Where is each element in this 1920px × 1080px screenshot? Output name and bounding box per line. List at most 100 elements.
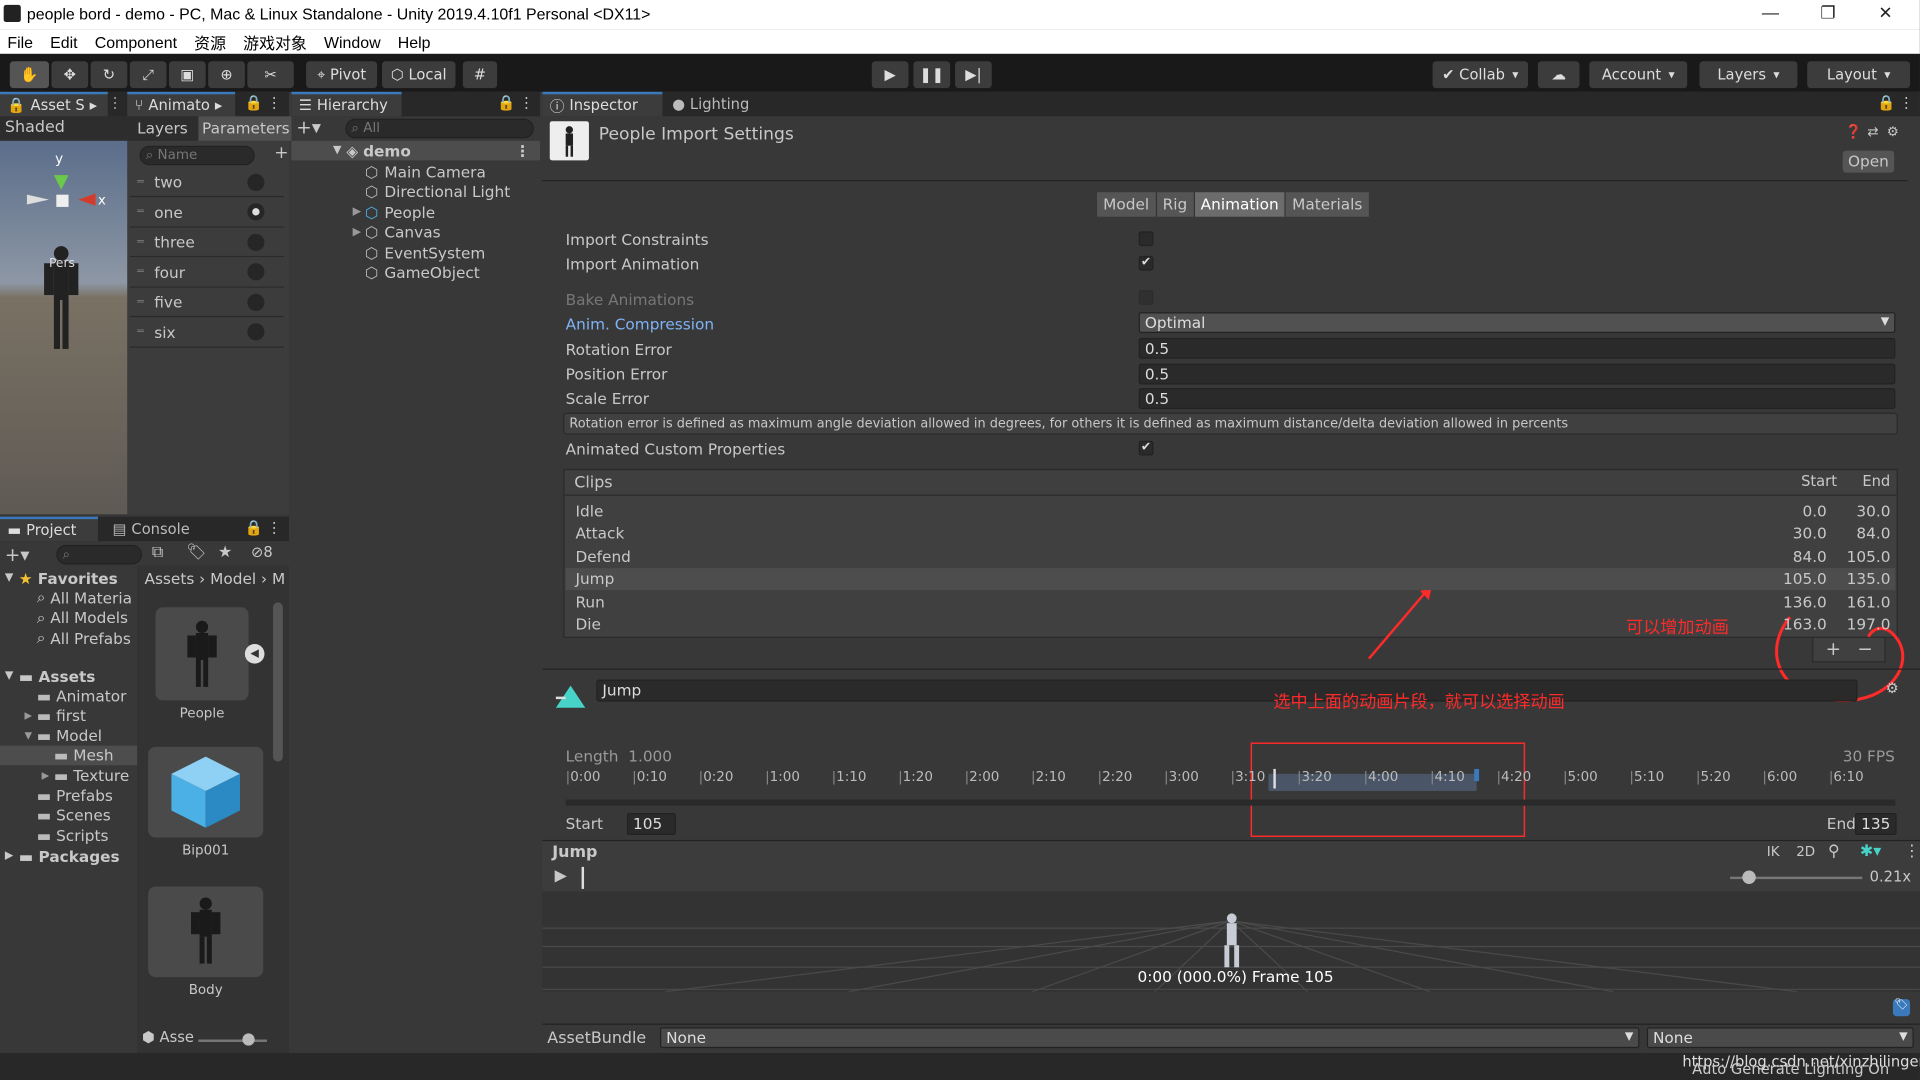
- icon-size-slider-thumb[interactable]: [242, 1033, 255, 1046]
- folder-expand-icon[interactable]: ▶: [24, 710, 36, 721]
- end-marker[interactable]: [1474, 768, 1480, 782]
- layers-tab[interactable]: Layers: [137, 119, 188, 137]
- parameter-row[interactable]: ═ three: [129, 227, 285, 258]
- drag-handle-icon[interactable]: ═: [130, 266, 147, 278]
- folder-expand-icon[interactable]: ▼: [24, 730, 36, 741]
- layers-dropdown[interactable]: Layers: [1699, 61, 1798, 89]
- subtab-model[interactable]: Model: [1097, 192, 1157, 217]
- clip-row[interactable]: Idle 0.0 30.0: [566, 500, 1896, 522]
- anim-compression-dropdown[interactable]: Optimal ▼: [1138, 312, 1896, 334]
- parameter-toggle[interactable]: [247, 293, 265, 311]
- assetbundle-dropdown[interactable]: None ▼: [659, 1027, 1640, 1049]
- 2d-toggle[interactable]: 2D: [1796, 844, 1815, 860]
- play-button[interactable]: ▶: [871, 61, 909, 89]
- preview-menu-icon[interactable]: ⋮: [1904, 842, 1920, 860]
- assetbundle-variant-dropdown[interactable]: None ▼: [1646, 1027, 1914, 1049]
- minimize-icon[interactable]: —: [1758, 2, 1782, 22]
- menu-file[interactable]: File: [7, 32, 33, 50]
- breadcrumb-assets[interactable]: Assets: [144, 569, 194, 587]
- asset-body-thumb[interactable]: [148, 886, 264, 978]
- hidden-packages-button[interactable]: ⊘8: [251, 544, 273, 561]
- scene-viewport[interactable]: y x Pers: [0, 140, 128, 515]
- avatar-menu-icon[interactable]: ✱▾: [1860, 842, 1881, 860]
- tab-console[interactable]: ▤ Console: [105, 517, 203, 541]
- menu-help[interactable]: Help: [398, 32, 431, 50]
- hierarchy-item[interactable]: ⬡ GameObject: [291, 263, 540, 283]
- scene-menu-icon[interactable]: ⋮: [515, 141, 530, 159]
- project-folder[interactable]: ▬ Prefabs: [0, 785, 137, 805]
- import-animation-checkbox[interactable]: ✔: [1138, 255, 1154, 271]
- hierarchy-item[interactable]: ⬡ Main Camera: [291, 162, 540, 182]
- hierarchy-item[interactable]: ⬡ EventSystem: [291, 242, 540, 262]
- pivot-toggle-icon[interactable]: ⚲: [1828, 842, 1840, 860]
- parameter-toggle[interactable]: [247, 233, 265, 251]
- project-folder[interactable]: ▬ Mesh: [0, 745, 138, 766]
- scene-menu-icon[interactable]: ⋮: [108, 94, 123, 111]
- inspector-lock-icon[interactable]: 🔒: [1877, 94, 1895, 111]
- asset-grid-scrollbar[interactable]: [273, 602, 283, 762]
- parameter-search-input[interactable]: ⌕ Name: [139, 145, 255, 166]
- scene-root[interactable]: ▼ ◈ demo ⋮: [291, 140, 540, 161]
- clip-row[interactable]: Defend 84.0 105.0: [566, 545, 1896, 567]
- add-clip-button[interactable]: +: [1826, 638, 1841, 660]
- menu-window[interactable]: Window: [324, 32, 381, 50]
- project-lock-icon[interactable]: 🔒: [245, 519, 263, 536]
- expand-arrow-icon[interactable]: ▶: [353, 226, 365, 238]
- animated-custom-properties-checkbox[interactable]: ✔: [1138, 440, 1154, 456]
- tab-scene[interactable]: 🔒 Asset S ▸: [0, 91, 108, 117]
- step-button[interactable]: ▶|: [955, 61, 992, 89]
- tab-hierarchy[interactable]: ☰ Hierarchy: [291, 91, 402, 117]
- settings-gear-icon[interactable]: ⚙: [1887, 124, 1899, 140]
- hierarchy-menu-icon[interactable]: ⋮: [519, 94, 534, 111]
- parameters-tab[interactable]: Parameters: [198, 116, 294, 141]
- search-by-label-icon[interactable]: 🏷: [186, 544, 206, 562]
- parameter-row[interactable]: ═ one: [129, 197, 285, 228]
- assets-folder[interactable]: ▼ ▬ Assets: [5, 666, 95, 686]
- subtab-rig[interactable]: Rig: [1156, 192, 1195, 217]
- folder-expand-icon[interactable]: ▶: [42, 770, 54, 781]
- drag-handle-icon[interactable]: ═: [130, 236, 147, 248]
- shading-mode[interactable]: Shaded: [0, 116, 128, 141]
- tab-project[interactable]: ▬ Project: [0, 516, 98, 542]
- layout-dropdown[interactable]: Layout: [1807, 61, 1911, 89]
- ik-toggle[interactable]: IK: [1767, 844, 1780, 860]
- rect-tool-icon[interactable]: ▣: [168, 61, 206, 89]
- expand-prefab-icon[interactable]: ◀: [244, 644, 265, 664]
- favorite-item[interactable]: ⌕ All Materia: [37, 588, 132, 608]
- presets-icon[interactable]: ⇄: [1867, 124, 1878, 140]
- breadcrumb-model[interactable]: Model: [210, 569, 256, 587]
- asset-bip001-thumb[interactable]: [148, 746, 264, 838]
- clip-settings-gear-icon[interactable]: ⚙: [1886, 680, 1899, 697]
- preview-play-button[interactable]: ▶: [555, 867, 567, 885]
- inspector-menu-icon[interactable]: ⋮: [1899, 94, 1914, 111]
- import-constraints-checkbox[interactable]: [1138, 231, 1154, 247]
- help-icon[interactable]: ❓: [1845, 124, 1862, 140]
- search-by-type-icon[interactable]: ⧉: [152, 544, 163, 562]
- clip-row[interactable]: Die 163.0 197.0: [566, 613, 1896, 635]
- tab-lighting[interactable]: ● Lighting: [665, 92, 763, 116]
- grid-snap-icon[interactable]: #: [462, 61, 498, 89]
- menu-component[interactable]: Component: [95, 32, 177, 50]
- start-frame-field[interactable]: 105: [626, 813, 676, 836]
- preview-scrubber[interactable]: [581, 866, 585, 889]
- parameter-toggle[interactable]: [247, 263, 265, 281]
- expand-arrow-icon[interactable]: ▶: [353, 206, 365, 218]
- project-create-button[interactable]: +▾: [5, 544, 30, 566]
- remove-clip-button[interactable]: −: [1857, 638, 1872, 660]
- subtab-materials[interactable]: Materials: [1286, 192, 1369, 217]
- project-folder[interactable]: ▬ Scenes: [0, 805, 137, 825]
- favorite-item[interactable]: ⌕ All Prefabs: [37, 628, 131, 648]
- parameter-toggle[interactable]: [247, 323, 265, 341]
- rotation-error-field[interactable]: 0.5: [1138, 337, 1896, 359]
- project-search-input[interactable]: ⌕: [56, 544, 143, 565]
- hand-tool-icon[interactable]: ✋: [9, 61, 49, 89]
- scale-tool-icon[interactable]: ⤢: [129, 61, 167, 89]
- end-frame-field[interactable]: 135: [1854, 813, 1897, 836]
- rotate-tool-icon[interactable]: ↻: [90, 61, 128, 89]
- clip-row[interactable]: Attack 30.0 84.0: [566, 522, 1896, 544]
- restore-icon[interactable]: ❐: [1816, 2, 1840, 23]
- parameter-toggle[interactable]: [247, 203, 265, 221]
- tab-animator[interactable]: ⑂ Animato ▸: [127, 91, 236, 117]
- favorites-star-icon[interactable]: ★: [218, 544, 232, 562]
- project-folder[interactable]: ▶ ▬ first: [0, 706, 137, 726]
